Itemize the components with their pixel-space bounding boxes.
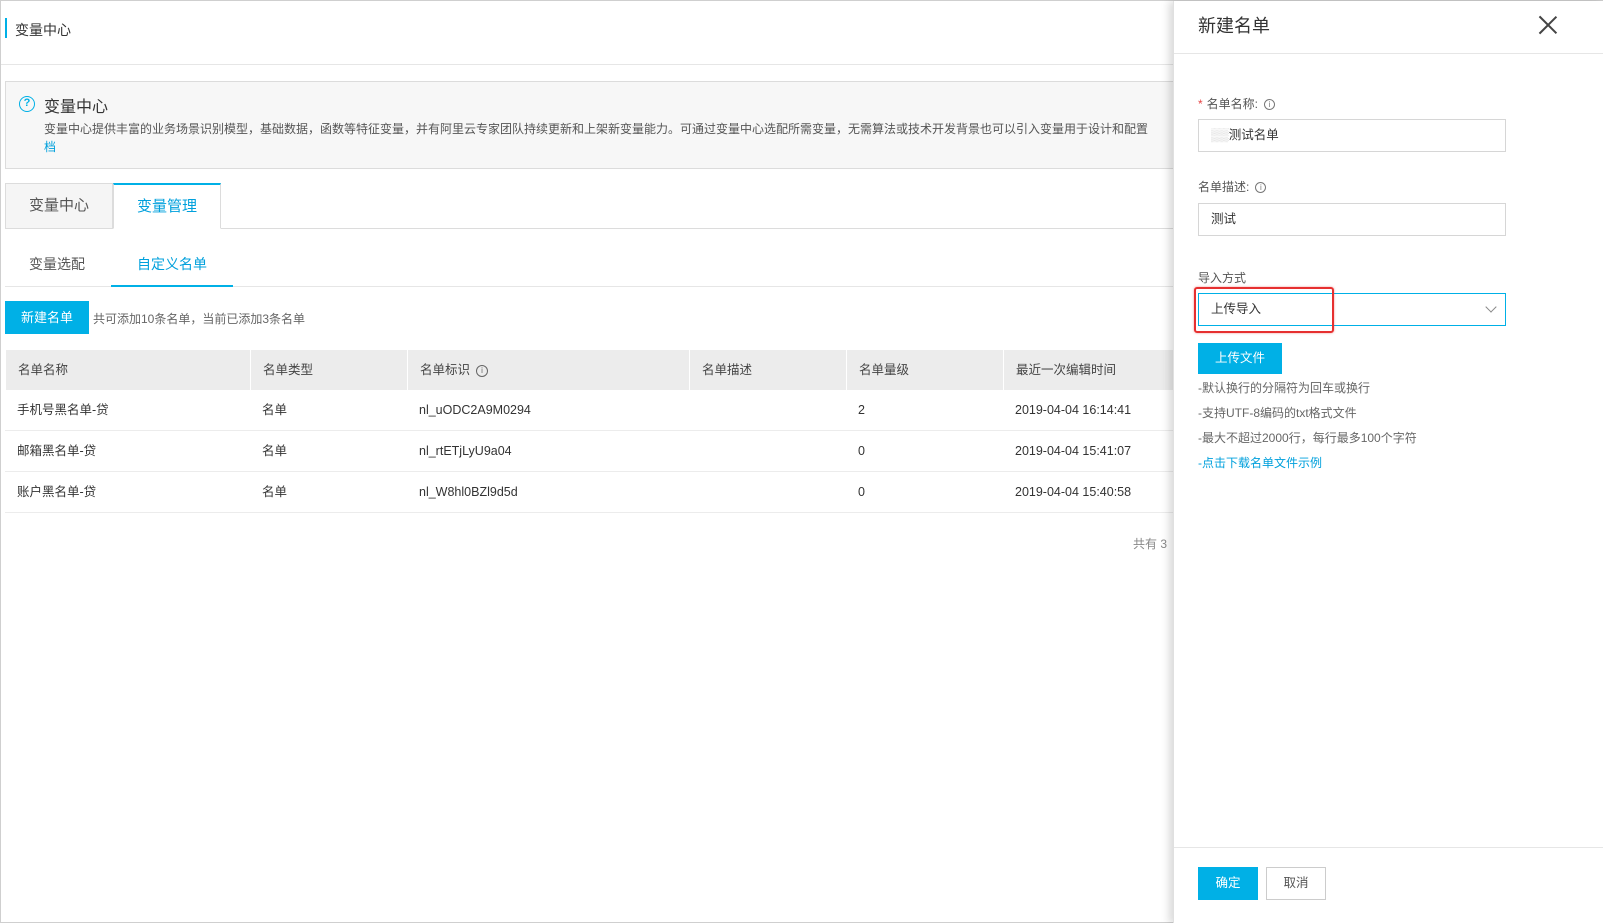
cell-time: 2019-04-04 16:14:41 [1015,403,1132,417]
info-doc-link[interactable]: 档 [44,138,56,155]
new-list-button[interactable]: 新建名单 [5,301,89,334]
new-list-drawer: 新建名单 * 名单名称: i ▒▒测试名单 名单描述: i 测试 导入方式 上传导入 … [1173,1,1603,923]
column-header-id-label: 名单标识 [420,363,471,377]
hint-separator: -默认换行的分隔符为回车或换行 [1198,381,1370,395]
quota-text: 共可添加10条名单，当前已添加3条名单 [93,312,306,326]
cell-name: 手机号黑名单-贷 [17,403,109,417]
hint-limit: -最大不超过2000行，每行最多100个字符 [1198,431,1417,445]
cell-type: 名单 [262,444,288,458]
close-icon[interactable] [1536,13,1560,37]
column-header-count: 名单量级 [846,350,1003,390]
hint-encoding: -支持UTF-8编码的txt格式文件 [1198,406,1357,420]
drawer-header: 新建名单 [1174,1,1603,54]
cell-id: nl_uODC2A9M0294 [419,403,531,417]
column-header-name: 名单名称 [5,350,250,390]
main-tabs: 变量中心 变量管理 [5,183,1201,229]
cancel-button[interactable]: 取消 [1266,867,1326,900]
top-bar: 变量中心 [1,1,1201,65]
name-input-value: 测试名单 [1228,128,1279,142]
cell-id: nl_W8hl0BZl9d5d [419,485,518,499]
name-input-prefix: ▒▒ [1211,128,1229,142]
list-table: 名单名称 名单类型 名单标识 i 名单描述 名单量级 最近一次编辑时间 手机号黑名… [5,350,1201,513]
highlight-annotation [1194,287,1334,333]
column-header-type: 名单类型 [250,350,407,390]
app-window: 变量中心 ? 变量中心 变量中心提供丰富的业务场景识别模型，基础数据，函数等特征… [0,0,1603,923]
download-sample-link[interactable]: -点击下载名单文件示例 [1198,454,1322,471]
upload-file-button[interactable]: 上传文件 [1198,343,1282,374]
subtab-custom-list[interactable]: 自定义名单 [111,244,233,287]
table-row[interactable]: 邮箱黑名单-贷 名单 nl_rtETjLyU9a04 0 2019-04-04 … [5,431,1201,472]
page-title: 变量中心 [15,22,71,38]
column-header-desc: 名单描述 [689,350,846,390]
desc-input[interactable]: 测试 [1198,203,1506,236]
info-icon[interactable]: i [1264,99,1276,111]
cell-type: 名单 [262,485,288,499]
cell-name: 邮箱黑名单-贷 [17,444,97,458]
pagination-total: 共有 3 [1133,537,1168,551]
cell-desc [689,431,846,472]
cell-desc [689,390,846,431]
drawer-title: 新建名单 [1198,16,1270,36]
cell-time: 2019-04-04 15:40:58 [1015,485,1132,499]
tab-variable-management[interactable]: 变量管理 [113,183,221,229]
table-row[interactable]: 账户黑名单-贷 名单 nl_W8hl0BZl9d5d 0 2019-04-04 … [5,472,1201,513]
column-header-id: 名单标识 i [407,350,689,390]
confirm-button[interactable]: 确定 [1198,867,1258,900]
cell-name: 账户黑名单-贷 [17,485,97,499]
cell-count: 0 [858,485,865,499]
help-icon: ? [19,96,35,112]
title-accent-bar [5,18,7,38]
info-title: 变量中心 [44,99,109,116]
table-header: 名单名称 名单类型 名单标识 i 名单描述 名单量级 最近一次编辑时间 [5,350,1201,390]
name-input[interactable]: ▒▒测试名单 [1198,119,1506,152]
info-icon[interactable]: i [1255,182,1267,194]
drawer-footer: 确定 取消 [1174,847,1603,923]
desc-label-text: 名单描述: [1198,180,1250,194]
required-marker: * [1198,97,1203,111]
cell-id: nl_rtETjLyU9a04 [419,444,512,458]
chevron-down-icon [1485,301,1497,313]
subtab-variable-selection[interactable]: 变量选配 [5,244,109,287]
table-row[interactable]: 手机号黑名单-贷 名单 nl_uODC2A9M0294 2 2019-04-04… [5,390,1201,431]
import-method-label: 导入方式 [1198,271,1247,285]
cell-count: 2 [858,403,865,417]
name-field-label: * 名单名称: i [1198,95,1276,112]
cell-desc [689,472,846,513]
tab-variable-center[interactable]: 变量中心 [5,183,113,229]
sub-tabs: 变量选配 自定义名单 [5,244,1201,287]
column-header-time: 最近一次编辑时间 [1003,350,1201,390]
cell-type: 名单 [262,403,288,417]
info-description: 变量中心提供丰富的业务场景识别模型，基础数据，函数等特征变量，并有阿里云专家团队… [44,122,1149,136]
name-label-text: 名单名称: [1206,97,1259,111]
cell-time: 2019-04-04 15:41:07 [1015,444,1132,458]
cell-count: 0 [858,444,865,458]
info-icon[interactable]: i [476,364,489,377]
desc-field-label: 名单描述: i [1198,178,1267,195]
info-panel: ? 变量中心 变量中心提供丰富的业务场景识别模型，基础数据，函数等特征变量，并有… [5,81,1201,169]
